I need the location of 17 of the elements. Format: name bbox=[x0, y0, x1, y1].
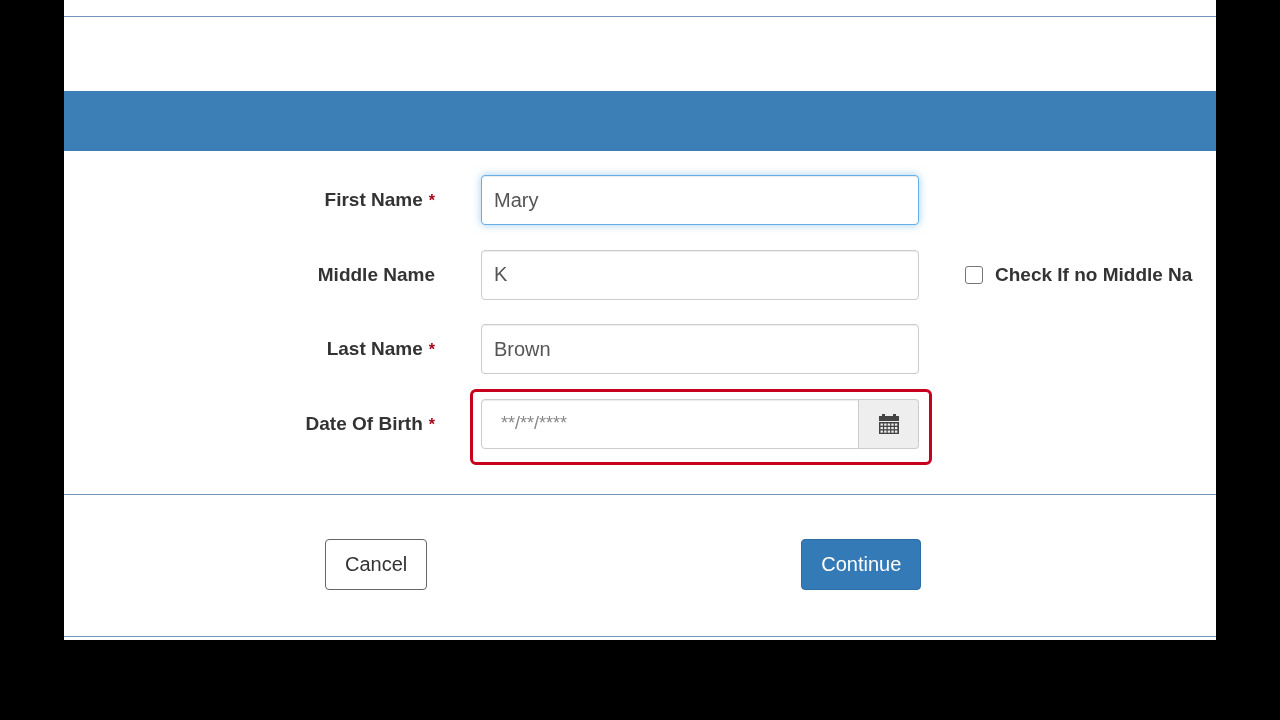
required-mark: * bbox=[428, 341, 435, 358]
field-label: Last Name bbox=[326, 338, 423, 359]
checkbox-label: Check If no Middle Na bbox=[995, 263, 1193, 286]
cancel-button[interactable]: Cancel bbox=[325, 538, 428, 590]
text-field[interactable]: K bbox=[481, 249, 919, 300]
text-field[interactable]: Mary bbox=[481, 175, 919, 225]
required-mark: * bbox=[428, 192, 435, 209]
continue-button[interactable]: Continue bbox=[801, 538, 922, 590]
text-field[interactable]: Brown bbox=[481, 324, 919, 374]
required-mark: * bbox=[428, 415, 435, 433]
field-label: Middle Name bbox=[317, 263, 435, 285]
calendar-icon bbox=[878, 413, 899, 434]
calendar-button[interactable] bbox=[859, 398, 919, 449]
field-label: First Name bbox=[324, 189, 423, 210]
checkbox[interactable] bbox=[965, 265, 983, 284]
field-label: Date Of Birth bbox=[305, 412, 423, 434]
date-field[interactable]: **/**/**** bbox=[481, 398, 859, 449]
